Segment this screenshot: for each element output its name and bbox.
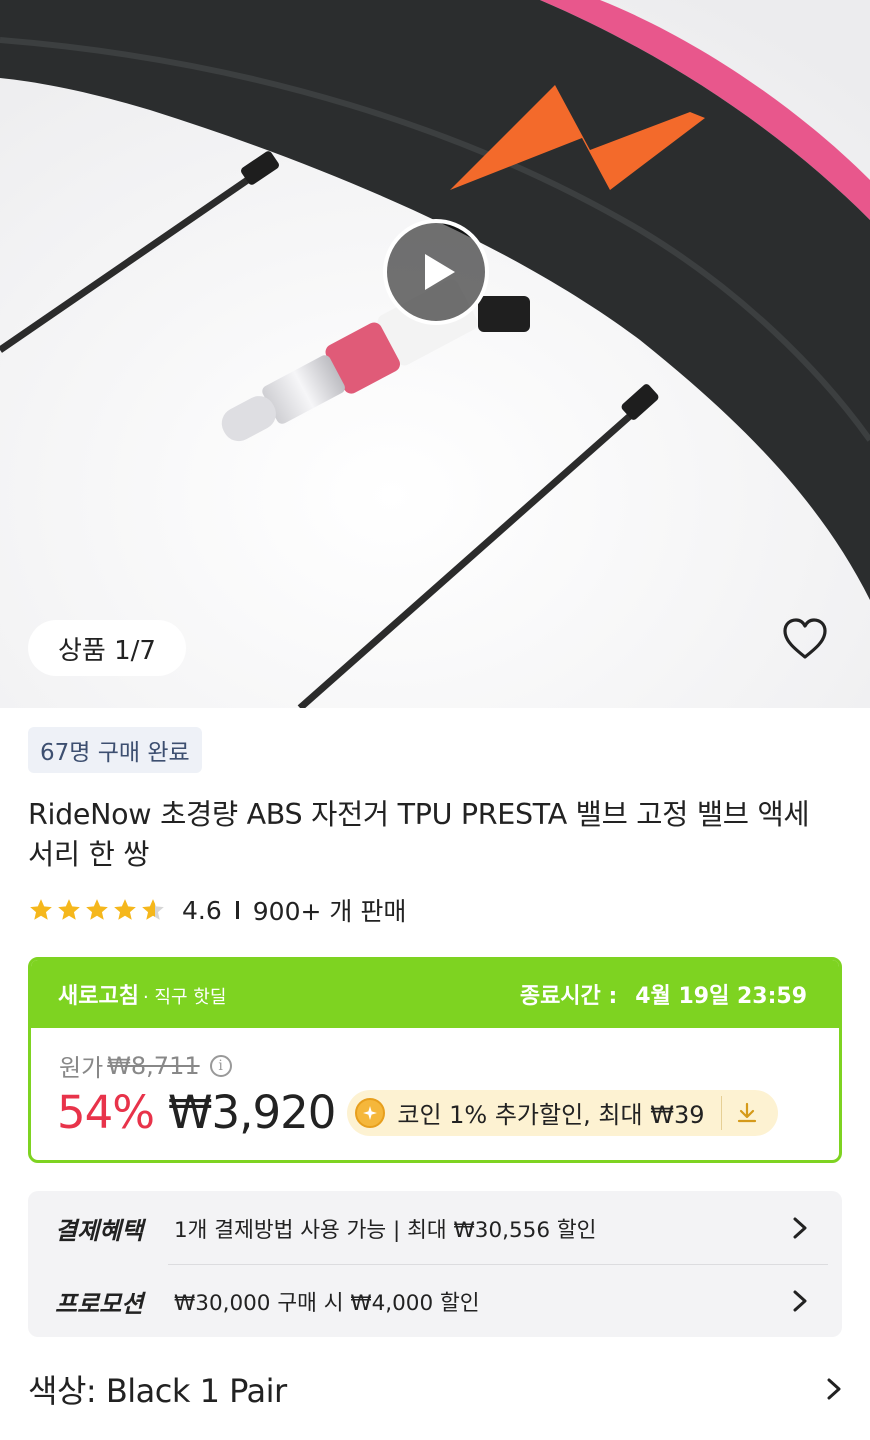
- deal-subtitle: · 직구 핫딜: [142, 987, 227, 1008]
- promotion-row[interactable]: 프로모션 ₩30,000 구매 시 ₩4,000 할인: [28, 1265, 842, 1337]
- hot-deal-box: 새로고침 · 직구 핫딜 종료시간 : 4월 19일 23:59 원가 ₩8,7…: [28, 957, 842, 1163]
- deal-header: 새로고침 · 직구 핫딜 종료시간 : 4월 19일 23:59: [31, 960, 839, 1028]
- deal-end-label: 종료시간 :: [519, 984, 618, 1009]
- coupon-download-button[interactable]: [722, 1093, 772, 1133]
- price-row: 54% ₩3,920 코인 1% 추가할인, 최대 ₩39: [57, 1086, 778, 1139]
- benefit-text: ₩30,000 구매 시 ₩4,000 할인: [174, 1290, 480, 1316]
- benefit-text: 1개 결제방법 사용 가능 | 최대 ₩30,556 할인: [174, 1217, 597, 1243]
- payment-benefit-row[interactable]: 결제혜택 1개 결제방법 사용 가능 | 최대 ₩30,556 할인: [28, 1192, 842, 1264]
- product-title: RideNow 초경량 ABS 자전거 TPU PRESTA 밸브 고정 밸브 …: [28, 798, 810, 871]
- image-counter: 상품 1/7: [28, 620, 186, 676]
- benefit-label: 결제혜택: [55, 1216, 144, 1245]
- star-full-icon: [30, 899, 52, 920]
- coin-discount-pill[interactable]: 코인 1% 추가할인, 최대 ₩39: [347, 1089, 778, 1136]
- info-icon[interactable]: i: [209, 1054, 232, 1077]
- benefit-label: 프로모션: [55, 1289, 144, 1318]
- divider: [235, 901, 239, 919]
- color-option-selector[interactable]: 색상: Black 1 Pair: [28, 1364, 842, 1414]
- sale-price: ₩3,920: [168, 1086, 336, 1139]
- star-rating: [28, 897, 166, 923]
- product-image-gallery[interactable]: 상품 1/7: [0, 0, 870, 708]
- deal-brand: 새로고침: [58, 984, 139, 1009]
- rating-value: 4.6: [182, 895, 222, 925]
- rating-summary[interactable]: 4.6 900+ 개 판매: [28, 890, 406, 930]
- heart-outline-icon: [783, 618, 827, 659]
- chevron-right-icon: [770, 1216, 830, 1240]
- selected-color-option: 색상: Black 1 Pair: [28, 1372, 287, 1410]
- benefits-panel: 결제혜택 1개 결제방법 사용 가능 | 최대 ₩30,556 할인 프로모션 …: [28, 1191, 842, 1337]
- original-price: ₩8,711: [107, 1051, 200, 1080]
- original-price-row: 원가 ₩8,711 i: [59, 1048, 232, 1083]
- coin-icon: [355, 1097, 386, 1128]
- product-photo: [0, 0, 870, 708]
- deal-end-time: 4월 19일 23:59: [635, 984, 807, 1009]
- star-full-icon: [58, 899, 80, 920]
- play-icon: [425, 254, 455, 290]
- star-full-icon: [86, 899, 108, 920]
- coin-discount-text: 코인 1% 추가할인, 최대 ₩39: [397, 1101, 705, 1129]
- download-icon: [737, 1102, 756, 1122]
- star-full-icon: [114, 899, 136, 920]
- purchase-count-badge: 67명 구매 완료: [28, 727, 202, 773]
- video-play-button[interactable]: [383, 219, 489, 325]
- discount-percent: 54%: [57, 1086, 155, 1139]
- chevron-right-icon: [827, 1378, 841, 1400]
- sold-count: 900+ 개 판매: [252, 897, 407, 926]
- wishlist-button[interactable]: [778, 612, 832, 666]
- star-half-icon: [142, 899, 164, 920]
- original-price-label: 원가: [59, 1054, 104, 1082]
- chevron-right-icon: [770, 1289, 830, 1313]
